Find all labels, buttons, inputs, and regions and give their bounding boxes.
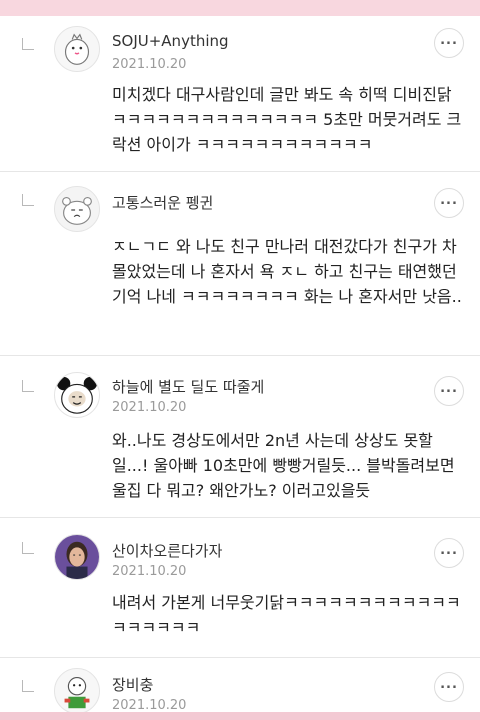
comment-author[interactable]: 산이차오른다가자 xyxy=(112,540,222,561)
more-dots-icon: ... xyxy=(440,542,458,558)
comment-list: SOJU+Anything 2021.10.20 ... 미치겠다 대구사람인데… xyxy=(0,16,480,718)
comment-body: 내려서 가본게 너무웃기닭ㅋㅋㅋㅋㅋㅋㅋㅋㅋㅋㅋㅋㅋㅋㅋㅋㅋㅋ xyxy=(112,593,461,637)
top-pink-band xyxy=(0,0,480,16)
comment-author[interactable]: 고통스러운 펭귄 xyxy=(112,192,213,213)
comment-body: 와..나도 경상도에서만 2n년 사는데 상상도 못할 일...! 울아빠 10… xyxy=(112,431,455,500)
comment-date: 2021.10.20 xyxy=(112,698,187,713)
more-dots-icon: ... xyxy=(440,192,458,208)
avatar[interactable] xyxy=(54,534,100,580)
avatar[interactable] xyxy=(54,26,100,72)
comment-item: 하늘에 별도 딜도 따줄게 2021.10.20 ... 와..나도 경상도에서… xyxy=(0,356,480,518)
more-dots-icon: ... xyxy=(440,380,458,396)
comment-date: 2021.10.20 xyxy=(112,564,187,579)
comment-body: 미치겠다 대구사람인데 글만 봐도 속 히떡 디비진닭ㅋㅋㅋㅋㅋㅋㅋㅋㅋㅋㅋㅋㅋ… xyxy=(112,85,462,154)
reply-indent-icon xyxy=(22,542,34,554)
comment-author[interactable]: 하늘에 별도 딜도 따줄게 xyxy=(112,376,264,397)
more-options-button[interactable]: ... xyxy=(434,538,464,568)
comment-body: ㅈㄴㄱㄷ 와 나도 친구 만나러 대전갔다가 친구가 차 몰았었는데 나 혼자서… xyxy=(112,237,462,306)
comment-item: 장비충 2021.10.20 ... xyxy=(0,658,480,718)
comment-date: 2021.10.20 xyxy=(112,57,187,72)
reply-indent-icon xyxy=(22,38,34,50)
person-photo-icon xyxy=(55,535,99,579)
more-options-button[interactable]: ... xyxy=(434,672,464,702)
more-options-button[interactable]: ... xyxy=(434,376,464,406)
cartoon-character-icon xyxy=(55,669,99,713)
comment-date: 2021.10.20 xyxy=(112,400,187,415)
comment-item: 산이차오른다가자 2021.10.20 ... 내려서 가본게 너무웃기닭ㅋㅋㅋ… xyxy=(0,518,480,658)
comment-item: 고통스러운 펭귄 ... ㅈㄴㄱㄷ 와 나도 친구 만나러 대전갔다가 친구가 … xyxy=(0,172,480,356)
avatar[interactable] xyxy=(54,186,100,232)
avatar[interactable] xyxy=(54,372,100,418)
white-bird-mascot-icon xyxy=(55,27,99,71)
bottom-pink-band xyxy=(0,712,480,720)
comment-author[interactable]: 장비충 xyxy=(112,674,153,695)
more-options-button[interactable]: ... xyxy=(434,28,464,58)
more-dots-icon: ... xyxy=(440,32,458,48)
avatar[interactable] xyxy=(54,668,100,714)
reply-indent-icon xyxy=(22,680,34,692)
comment-author[interactable]: SOJU+Anything xyxy=(112,32,229,50)
more-options-button[interactable]: ... xyxy=(434,188,464,218)
panda-meme-face-icon xyxy=(55,373,99,417)
reply-indent-icon xyxy=(22,380,34,392)
reply-indent-icon xyxy=(22,194,34,206)
more-dots-icon: ... xyxy=(440,676,458,692)
sad-cat-doodle-icon xyxy=(55,187,99,231)
comment-item: SOJU+Anything 2021.10.20 ... 미치겠다 대구사람인데… xyxy=(0,16,480,172)
